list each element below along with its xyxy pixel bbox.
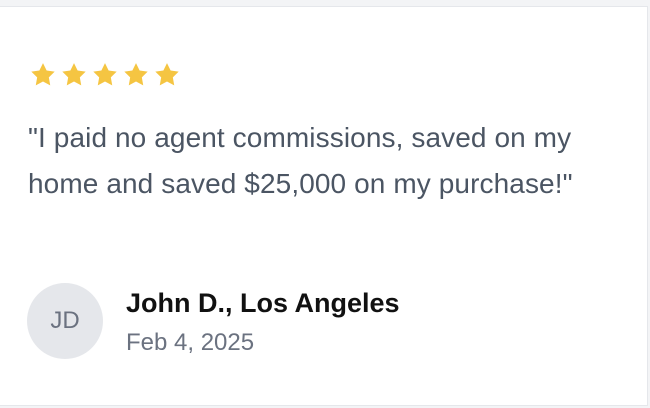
star-rating <box>29 61 181 89</box>
avatar: JD <box>27 282 103 359</box>
review-author: JD John D., Los Angeles Feb 4, 2025 <box>27 282 400 359</box>
star-icon <box>124 63 148 86</box>
star-icon <box>155 63 179 86</box>
author-name: John D., Los Angeles <box>126 288 400 318</box>
review-date: Feb 4, 2025 <box>126 329 255 356</box>
page: "I paid no agent commissions, saved on m… <box>0 0 650 408</box>
star-icon <box>31 63 55 86</box>
author-info: John D., Los Angeles Feb 4, 2025 <box>126 286 400 359</box>
star-icon <box>62 63 86 86</box>
review-quote: "I paid no agent commissions, saved on m… <box>28 122 573 199</box>
review-card: "I paid no agent commissions, saved on m… <box>0 6 648 406</box>
star-icon <box>93 63 117 86</box>
